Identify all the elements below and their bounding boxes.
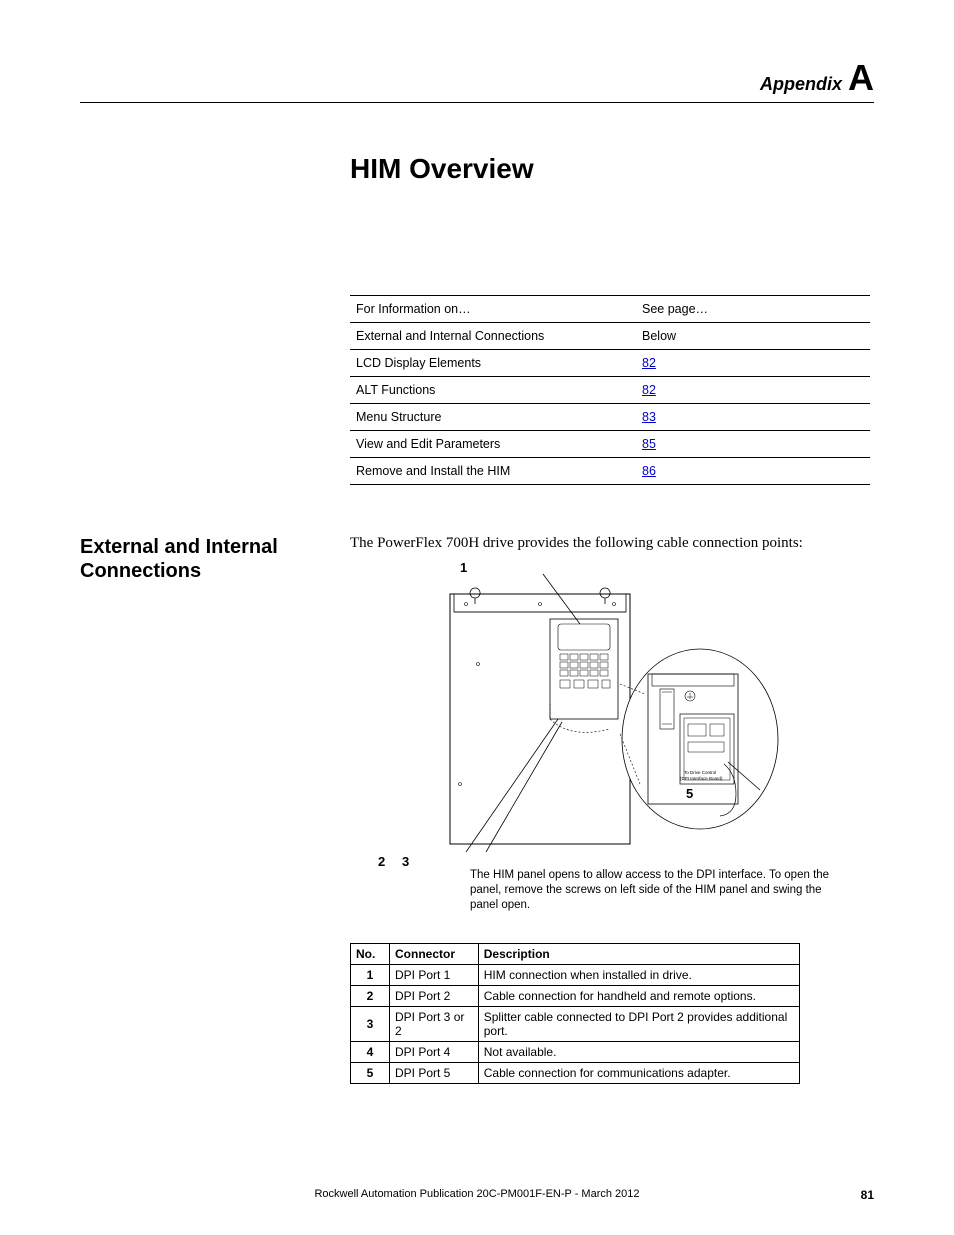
toc-page: Below — [636, 323, 870, 350]
callout-2: 2 — [378, 854, 385, 869]
figure-caption: The HIM panel opens to allow access to t… — [470, 868, 850, 913]
toc-topic: Menu Structure — [350, 404, 636, 431]
appendix-letter: A — [848, 60, 874, 96]
toc-row: ALT Functions 82 — [350, 377, 870, 404]
th-no: No. — [351, 943, 390, 964]
section-intro: The PowerFlex 700H drive provides the fo… — [350, 535, 870, 552]
fig-small-text-2: (DPI Interface Board) — [680, 776, 723, 781]
fig-small-text-1: To Drive Control — [684, 770, 716, 775]
cell-conn: DPI Port 5 — [390, 1062, 479, 1083]
toc-table: For Information on… See page… External a… — [350, 295, 870, 485]
cell-no: 1 — [351, 964, 390, 985]
footer-page-number: 81 — [861, 1188, 874, 1202]
table-row: 4 DPI Port 4 Not available. — [351, 1041, 800, 1062]
page-header: Appendix A — [80, 60, 874, 103]
chapter-title: HIM Overview — [350, 153, 874, 185]
cell-conn: DPI Port 2 — [390, 985, 479, 1006]
toc-row: Menu Structure 83 — [350, 404, 870, 431]
cell-no: 2 — [351, 985, 390, 1006]
page-footer: Rockwell Automation Publication 20C-PM00… — [80, 1188, 874, 1200]
toc-row: External and Internal Connections Below — [350, 323, 870, 350]
toc-topic: View and Edit Parameters — [350, 431, 636, 458]
appendix-word: Appendix — [760, 74, 842, 95]
cell-conn: DPI Port 3 or 2 — [390, 1006, 479, 1041]
toc-topic: External and Internal Connections — [350, 323, 636, 350]
cell-no: 3 — [351, 1006, 390, 1041]
callout-3: 3 — [402, 854, 409, 869]
callout-5: 5 — [686, 786, 693, 801]
cell-desc: Cable connection for communications adap… — [478, 1062, 799, 1083]
toc-header-page: See page… — [636, 296, 870, 323]
drive-svg-icon: To Drive Control (DPI Interface Board) — [430, 564, 790, 864]
th-description: Description — [478, 943, 799, 964]
toc-row: LCD Display Elements 82 — [350, 350, 870, 377]
toc-header-topic: For Information on… — [350, 296, 636, 323]
table-row: 2 DPI Port 2 Cable connection for handhe… — [351, 985, 800, 1006]
footer-publication: Rockwell Automation Publication 20C-PM00… — [80, 1188, 874, 1200]
cell-no: 5 — [351, 1062, 390, 1083]
callout-1: 1 — [460, 560, 467, 575]
cell-conn: DPI Port 4 — [390, 1041, 479, 1062]
cell-desc: Cable connection for handheld and remote… — [478, 985, 799, 1006]
toc-topic: ALT Functions — [350, 377, 636, 404]
toc-page-link[interactable]: 83 — [642, 410, 656, 424]
cell-desc: Not available. — [478, 1041, 799, 1062]
cell-desc: Splitter cable connected to DPI Port 2 p… — [478, 1006, 799, 1041]
table-row: 1 DPI Port 1 HIM connection when install… — [351, 964, 800, 985]
cell-desc: HIM connection when installed in drive. — [478, 964, 799, 985]
toc-topic: LCD Display Elements — [350, 350, 636, 377]
th-connector: Connector — [390, 943, 479, 964]
toc-row: View and Edit Parameters 85 — [350, 431, 870, 458]
cell-no: 4 — [351, 1041, 390, 1062]
section-heading: External and Internal Connections — [80, 535, 320, 583]
toc-page-link[interactable]: 82 — [642, 383, 656, 397]
toc-row: Remove and Install the HIM 86 — [350, 458, 870, 485]
toc-page-link[interactable]: 86 — [642, 464, 656, 478]
toc-topic: Remove and Install the HIM — [350, 458, 636, 485]
toc-page-link[interactable]: 85 — [642, 437, 656, 451]
table-row: 3 DPI Port 3 or 2 Splitter cable connect… — [351, 1006, 800, 1041]
table-row: 5 DPI Port 5 Cable connection for commun… — [351, 1062, 800, 1083]
drive-diagram: 1 2 3 5 — [350, 564, 870, 1084]
cell-conn: DPI Port 1 — [390, 964, 479, 985]
toc-page-link[interactable]: 82 — [642, 356, 656, 370]
connector-table: No. Connector Description 1 DPI Port 1 H… — [350, 943, 800, 1084]
